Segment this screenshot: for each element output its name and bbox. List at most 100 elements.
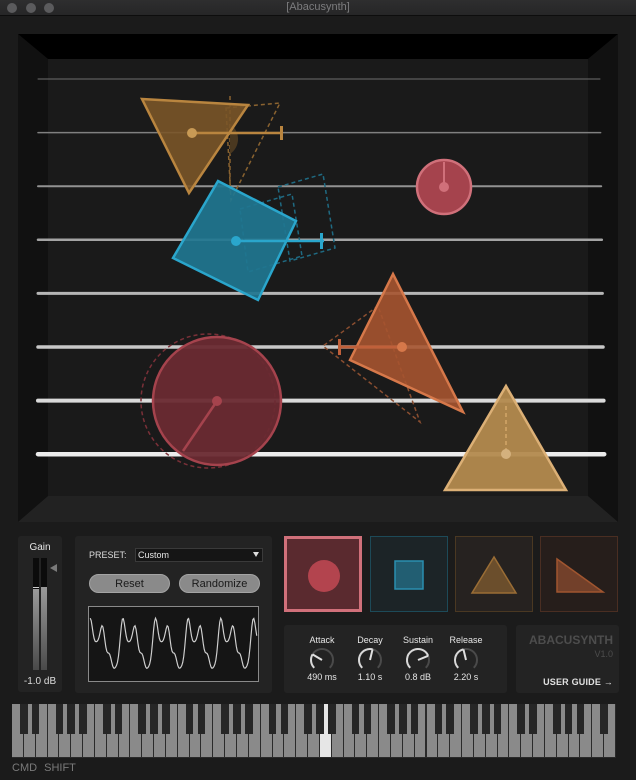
knob-value-decay: 1.10 s [357,672,383,682]
dropdown-arrow-icon [253,552,259,557]
info-panel: ABACUSYNTH V1.0 USER GUIDE → [516,625,619,693]
black-key[interactable] [576,704,585,734]
red-small-circle-voice[interactable] [415,158,473,216]
black-key[interactable] [600,704,608,734]
knob-pointer [369,649,374,661]
black-key[interactable] [102,704,111,734]
window-title: [Abacusynth] [286,1,350,13]
black-key[interactable] [79,704,87,734]
preset-panel: PRESET: Custom Reset Randomize [75,536,272,693]
black-key[interactable] [268,704,277,734]
black-key[interactable] [304,704,312,734]
knob-arc [406,648,430,669]
black-key[interactable] [245,704,253,734]
black-key[interactable] [162,704,170,734]
envelope-panel: Attack 490 ms Decay 1.10 s Sustain 0.8 dB Rele… [284,625,507,693]
black-key[interactable] [138,704,147,734]
reset-button[interactable]: Reset [89,574,170,593]
knob-attack[interactable] [307,646,337,674]
user-guide-link[interactable]: USER GUIDE → [543,677,613,687]
stage-left-wall [18,34,48,522]
stage-top-wall [18,34,618,59]
black-key[interactable] [351,704,360,734]
stage-floor [18,496,618,522]
black-key[interactable] [564,704,573,734]
knob-arc [310,653,315,669]
square-shape-icon [394,560,424,590]
knob-arc [454,648,464,669]
black-key[interactable] [67,704,75,734]
blue-center-dot[interactable] [231,236,241,246]
knob-value-sustain: 0.8 dB [404,672,432,682]
shape-button-right-triangle[interactable] [540,536,618,612]
black-key[interactable] [185,704,194,734]
black-key[interactable] [481,704,490,734]
black-key[interactable] [221,704,229,734]
black-key[interactable] [552,704,561,734]
preset-dropdown[interactable]: Custom [135,548,263,562]
gain-meter-left [33,558,39,670]
knob-label-attack: Attack [309,635,335,645]
black-key[interactable] [233,704,241,734]
brand-name: ABACUSYNTH [529,633,613,647]
black-key[interactable] [363,704,372,734]
black-key[interactable] [410,704,419,734]
knob-sustain[interactable] [403,646,433,674]
modifier-keys-status: CMD SHIFT [12,762,76,774]
waveform-line [89,616,258,669]
black-key[interactable] [55,704,64,734]
black-key[interactable] [20,704,28,734]
knob-decay[interactable] [355,646,385,674]
preset-selected-value: Custom [138,550,170,560]
version-label: V1.0 [594,649,613,659]
waveform-display [88,606,259,682]
black-key[interactable] [493,704,502,734]
knob-value-attack: 490 ms [307,672,337,682]
black-key[interactable] [316,704,324,734]
shape-button-circle[interactable] [284,536,362,612]
black-key[interactable] [387,704,395,734]
black-key[interactable] [31,704,40,734]
black-key[interactable] [529,704,537,734]
black-key[interactable] [470,704,478,734]
knob-label-sustain: Sustain [402,635,434,645]
gain-meter-right [41,558,47,670]
shape-button-triangle[interactable] [455,536,533,612]
piano-keyboard[interactable] [12,704,616,758]
randomize-button[interactable]: Randomize [179,574,260,593]
gain-panel: Gain -1.0 dB [18,536,62,692]
shape-button-square[interactable] [370,536,448,612]
black-key[interactable] [114,704,123,734]
knob-pointer [312,653,323,661]
orange-speed-handle-cap[interactable] [338,339,341,355]
black-key[interactable] [280,704,289,734]
black-key[interactable] [517,704,526,734]
red-small-circle-center[interactable] [439,182,449,192]
knob-value-release: 2.20 s [453,672,479,682]
knob-release[interactable] [451,646,481,674]
orange-center-dot[interactable] [397,342,407,352]
abacus-stage[interactable] [18,34,618,522]
knob-pointer [417,654,429,661]
knob-label-release: Release [449,635,483,645]
black-key[interactable] [434,704,443,734]
black-key[interactable] [150,704,158,734]
gain-label: Gain [29,542,51,553]
red-large-circle-center[interactable] [212,396,222,406]
blue-speed-handle-cap[interactable] [320,233,323,249]
sand-center-dot[interactable] [501,449,511,459]
black-key[interactable] [327,704,336,734]
black-key[interactable] [446,704,454,734]
circle-shape-icon [308,560,340,592]
knob-pointer [462,649,467,661]
knob-label-decay: Decay [357,635,383,645]
knob-arc [310,648,334,669]
black-key[interactable] [399,704,407,734]
ochre-speed-handle-cap[interactable] [280,126,283,140]
black-key[interactable] [197,704,206,734]
stage-right-wall [588,34,618,522]
ochre-center-dot[interactable] [187,128,197,138]
gain-slider-handle[interactable] [50,564,57,572]
right-triangle-shape-icon [556,557,606,593]
triangle-shape-icon [470,555,518,594]
